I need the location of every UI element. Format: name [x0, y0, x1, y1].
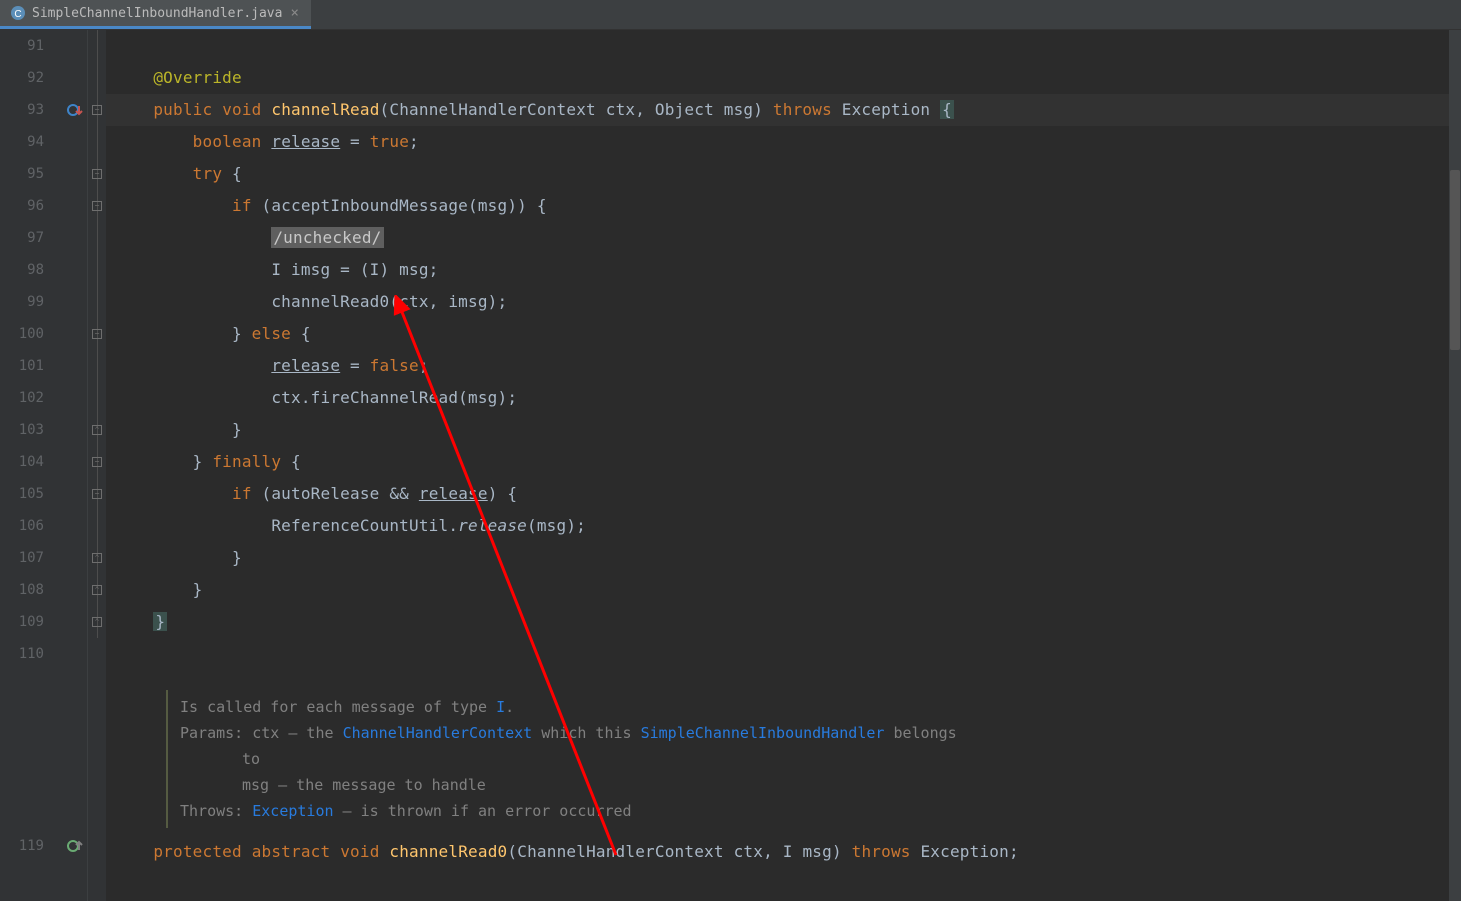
code-line[interactable] [114, 30, 1461, 62]
fold-toggle-icon[interactable]: − [92, 105, 102, 115]
line-number: 94 [0, 126, 52, 158]
line-number-gutter[interactable]: 91 92 93 94 95 96 97 98 99 100 101 102 1… [0, 30, 88, 901]
code-line[interactable]: /unchecked/ [114, 222, 1461, 254]
editor-area: 91 92 93 94 95 96 97 98 99 100 101 102 1… [0, 30, 1461, 901]
java-class-icon: C [10, 5, 26, 21]
svg-text:C: C [14, 9, 21, 20]
fold-toggle-icon[interactable]: − [92, 201, 102, 211]
code-line[interactable]: if (autoRelease && release) { [114, 478, 1461, 510]
code-line[interactable]: release = false; [114, 350, 1461, 382]
code-line[interactable]: } [114, 542, 1461, 574]
fold-toggle-icon[interactable]: − [92, 489, 102, 499]
line-number: 99 [0, 286, 52, 318]
code-editor[interactable]: @Override public void channelRead(Channe… [106, 30, 1461, 901]
vertical-scrollbar[interactable] [1449, 30, 1461, 901]
code-line[interactable]: } [114, 606, 1461, 638]
close-icon[interactable]: × [288, 5, 300, 21]
line-number: 103 [0, 414, 52, 446]
line-number: 106 [0, 510, 52, 542]
code-line[interactable]: } finally { [114, 446, 1461, 478]
line-number: 93 [0, 94, 52, 126]
fold-end-icon[interactable]: ⌃ [92, 425, 102, 435]
code-line[interactable]: try { [114, 158, 1461, 190]
code-line[interactable]: @Override [114, 62, 1461, 94]
tab-filename: SimpleChannelInboundHandler.java [32, 6, 282, 21]
code-line[interactable]: I imsg = (I) msg; [114, 254, 1461, 286]
override-method-icon[interactable] [67, 102, 83, 118]
editor-tab-active[interactable]: C SimpleChannelInboundHandler.java × [0, 0, 311, 29]
code-line[interactable]: ctx.fireChannelRead(msg); [114, 382, 1461, 414]
implements-method-icon[interactable] [67, 838, 83, 854]
code-line[interactable]: public void channelRead(ChannelHandlerCo… [114, 94, 1461, 126]
fold-toggle-icon[interactable]: − [92, 169, 102, 179]
line-number: 96 [0, 190, 52, 222]
line-number: 104 [0, 446, 52, 478]
line-number: 91 [0, 30, 52, 62]
line-number: 109 [0, 606, 52, 638]
line-number: 100 [0, 318, 52, 350]
line-number: 101 [0, 350, 52, 382]
code-line[interactable]: } [114, 414, 1461, 446]
code-line[interactable]: } else { [114, 318, 1461, 350]
fold-toggle-icon[interactable]: − [92, 457, 102, 467]
line-number: 110 [0, 638, 52, 670]
code-line[interactable]: } [114, 574, 1461, 606]
line-number: 98 [0, 254, 52, 286]
fold-end-icon[interactable]: ⌃ [92, 585, 102, 595]
code-line[interactable]: if (acceptInboundMessage(msg)) { [114, 190, 1461, 222]
code-line[interactable]: boolean release = true; [114, 126, 1461, 158]
line-number: 105 [0, 478, 52, 510]
line-number: 108 [0, 574, 52, 606]
line-number: 107 [0, 542, 52, 574]
line-number: 95 [0, 158, 52, 190]
line-number: 119 [0, 830, 52, 862]
code-line[interactable]: ReferenceCountUtil.release(msg); [114, 510, 1461, 542]
fold-end-icon[interactable]: ⌃ [92, 617, 102, 627]
code-line[interactable]: protected abstract void channelRead0(Cha… [114, 836, 1461, 868]
fold-toggle-icon[interactable]: − [92, 329, 102, 339]
fold-end-icon[interactable]: ⌃ [92, 553, 102, 563]
javadoc-rendered: Is called for each message of type I. Pa… [166, 690, 1461, 828]
fold-gutter[interactable]: − − − − ⌃ − − ⌃ ⌃ ⌃ [88, 30, 106, 901]
tab-bar: C SimpleChannelInboundHandler.java × [0, 0, 1461, 30]
line-number: 102 [0, 382, 52, 414]
code-line[interactable]: channelRead0(ctx, imsg); [114, 286, 1461, 318]
line-number: 97 [0, 222, 52, 254]
line-number: 92 [0, 62, 52, 94]
scrollbar-thumb[interactable] [1450, 170, 1460, 350]
code-line[interactable] [114, 638, 1461, 670]
